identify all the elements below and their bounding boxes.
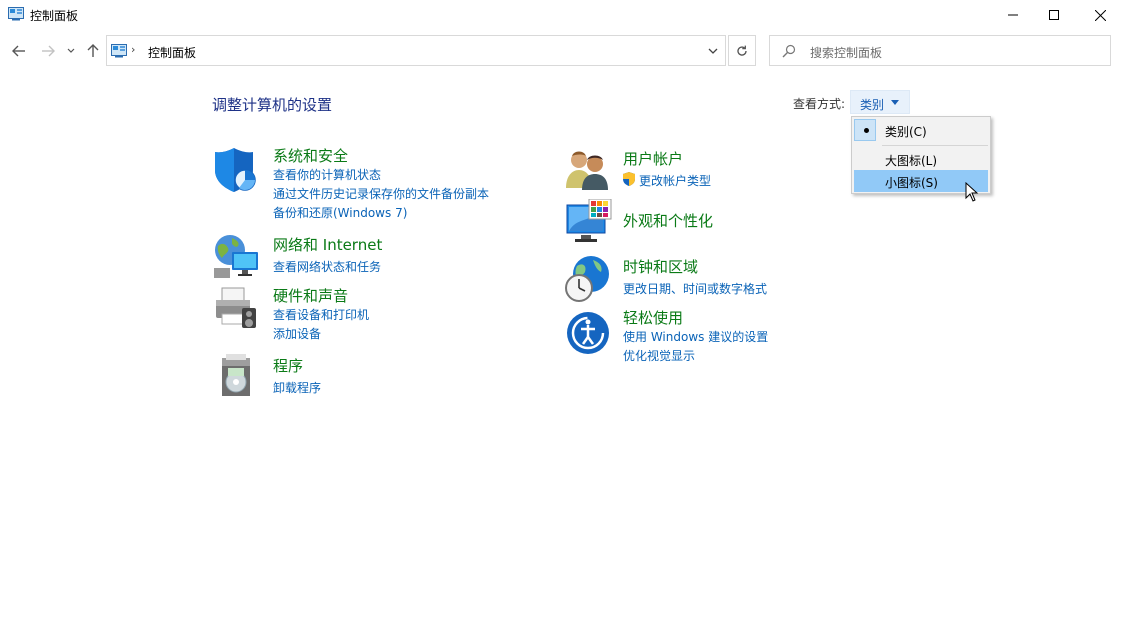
arrow-left-icon <box>12 45 25 57</box>
address-bar[interactable]: › 控制面板 <box>106 35 726 66</box>
category-user-accounts[interactable]: 用户帐户 <box>623 148 683 169</box>
category-ease-of-access[interactable]: 轻松使用 <box>623 307 683 328</box>
appearance-monitor-icon[interactable] <box>565 198 613 247</box>
refresh-icon <box>737 45 747 56</box>
security-shield-icon[interactable] <box>212 146 260 194</box>
caret-down-icon <box>891 100 899 105</box>
maximize-button[interactable] <box>1031 0 1077 30</box>
breadcrumb[interactable]: 控制面板 <box>148 44 196 61</box>
forward-button[interactable] <box>37 40 59 62</box>
link-uninstall-program[interactable]: 卸载程序 <box>273 379 321 396</box>
control-panel-icon <box>111 44 127 58</box>
maximize-icon <box>1049 10 1059 20</box>
network-globe-icon[interactable] <box>212 232 260 280</box>
category-clock-region[interactable]: 时钟和区域 <box>623 256 698 277</box>
link-view-computer-status[interactable]: 查看你的计算机状态 <box>273 166 381 183</box>
link-file-history[interactable]: 通过文件历史记录保存你的文件备份副本 <box>273 185 489 202</box>
close-button[interactable] <box>1077 0 1122 30</box>
link-optimize-visual-display[interactable]: 优化视觉显示 <box>623 347 695 364</box>
menu-item-category[interactable]: 类别(C) <box>854 119 988 141</box>
clock-globe-icon[interactable] <box>563 254 611 302</box>
menu-item-label: 小图标(S) <box>885 176 938 190</box>
refresh-button[interactable] <box>728 35 756 66</box>
mouse-cursor-icon <box>965 181 979 205</box>
programs-icon[interactable] <box>214 352 262 400</box>
radio-bullet-icon <box>864 128 869 133</box>
address-dropdown-button[interactable] <box>705 43 721 59</box>
back-button[interactable] <box>8 40 30 62</box>
link-change-date-time-format[interactable]: 更改日期、时间或数字格式 <box>623 280 767 297</box>
title-bar: 控制面板 <box>0 0 1122 30</box>
category-system-security[interactable]: 系统和安全 <box>273 145 348 166</box>
search-icon <box>782 44 796 61</box>
menu-item-label: 类别(C) <box>885 125 927 139</box>
navigation-bar: › 控制面板 搜索控制面板 <box>0 34 1122 68</box>
recent-locations-button[interactable] <box>62 40 80 62</box>
close-icon <box>1094 9 1106 21</box>
link-network-status[interactable]: 查看网络状态和任务 <box>273 258 381 275</box>
minimize-button[interactable] <box>990 0 1036 30</box>
up-button[interactable] <box>82 40 104 62</box>
ease-of-access-icon[interactable] <box>565 310 613 358</box>
window-title: 控制面板 <box>30 9 79 23</box>
minimize-icon <box>1008 14 1018 16</box>
search-box[interactable]: 搜索控制面板 <box>769 35 1111 66</box>
chevron-down-icon <box>708 48 718 54</box>
menu-separator <box>882 145 988 146</box>
menu-item-label: 大图标(L) <box>885 154 938 168</box>
control-panel-icon <box>8 7 24 21</box>
link-change-account-type[interactable]: 更改帐户类型 <box>639 172 711 189</box>
view-by-label: 查看方式: <box>793 97 846 111</box>
link-backup-restore[interactable]: 备份和还原(Windows 7) <box>273 204 407 221</box>
link-windows-suggested-settings[interactable]: 使用 Windows 建议的设置 <box>623 328 768 345</box>
view-by-value: 类别 <box>860 98 885 112</box>
uac-shield-icon <box>622 171 636 190</box>
arrow-right-icon <box>42 45 55 57</box>
category-appearance[interactable]: 外观和个性化 <box>623 210 713 231</box>
page-title: 调整计算机的设置 <box>212 96 333 114</box>
printer-icon[interactable] <box>212 284 260 332</box>
link-add-device[interactable]: 添加设备 <box>273 325 321 342</box>
users-icon[interactable] <box>564 148 612 196</box>
search-input[interactable]: 搜索控制面板 <box>810 44 882 61</box>
view-by-dropdown[interactable]: 类别 <box>850 90 910 114</box>
breadcrumb-separator-icon[interactable]: › <box>131 43 135 56</box>
category-programs[interactable]: 程序 <box>273 355 303 376</box>
arrow-up-icon <box>87 44 99 57</box>
menu-item-large-icons[interactable]: 大图标(L) <box>854 148 988 170</box>
link-devices-printers[interactable]: 查看设备和打印机 <box>273 306 369 323</box>
category-hardware-sound[interactable]: 硬件和声音 <box>273 285 348 306</box>
category-network[interactable]: 网络和 Internet <box>273 234 382 255</box>
chevron-down-icon <box>67 48 75 53</box>
